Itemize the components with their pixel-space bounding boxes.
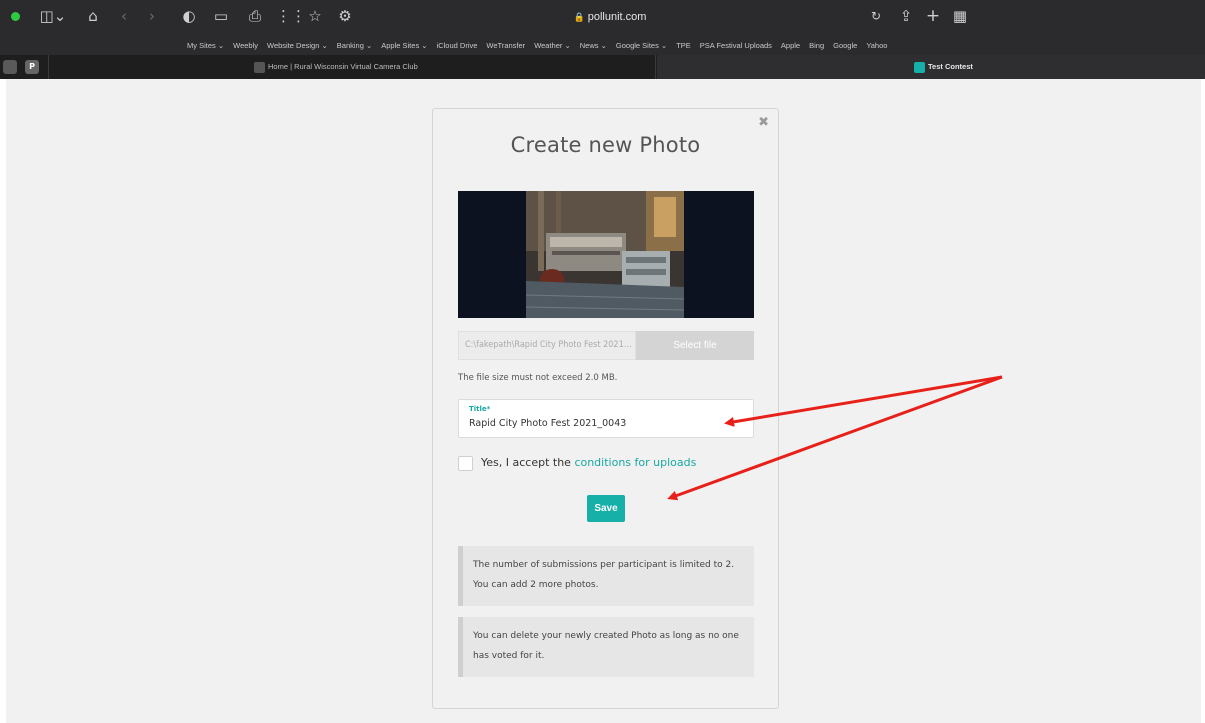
bookmark-item[interactable]: WeTransfer bbox=[486, 41, 525, 50]
file-size-note: The file size must not exceed 2.0 MB. bbox=[458, 373, 618, 383]
file-path-field[interactable]: C:\fakepath\Rapid City Photo Fest 2021_0… bbox=[458, 331, 636, 360]
bookmarks-bar: My Sites ⌄ Weebly Website Design ⌄ Banking … bbox=[0, 35, 1205, 55]
tab-label: Test Contest bbox=[928, 62, 973, 71]
pinned-tab-p[interactable]: P bbox=[25, 60, 39, 74]
title-field-value[interactable]: Rapid City Photo Fest 2021_0043 bbox=[469, 418, 626, 429]
sidebar-icon[interactable]: ◫⌄ bbox=[38, 5, 68, 27]
tab-camera-club[interactable]: Home | Rural Wisconsin Virtual Camera Cl… bbox=[48, 55, 656, 79]
select-file-button[interactable]: Select file bbox=[636, 331, 754, 360]
reload-icon[interactable]: ↻ bbox=[868, 5, 884, 27]
tab-test-contest[interactable]: Test Contest bbox=[657, 55, 1205, 79]
browser-toolbar: ◫⌄ ⌂ ‹ › ◐ ▭ ⎙ ⋮⋮ ☆ ⚙ 🔒 pollunit.com ↻ ⇪ … bbox=[0, 0, 1205, 35]
new-tab-icon[interactable]: + bbox=[924, 5, 942, 27]
create-photo-dialog: ✖ Create new Photo C:\fakepath\Rapid Cit… bbox=[432, 108, 779, 709]
bookmark-item[interactable]: Bing bbox=[809, 41, 824, 50]
photo-preview bbox=[458, 191, 754, 318]
bookmark-item[interactable]: Weather ⌄ bbox=[534, 41, 571, 50]
bookmark-item[interactable]: iCloud Drive bbox=[437, 41, 478, 50]
conditions-link[interactable]: conditions for uploads bbox=[574, 456, 696, 469]
share-icon[interactable]: ⇪ bbox=[897, 5, 915, 27]
reader-icon[interactable]: ▭ bbox=[212, 5, 230, 27]
bookmark-item[interactable]: Apple Sites ⌄ bbox=[381, 41, 427, 50]
bookmark-item[interactable]: Website Design ⌄ bbox=[267, 41, 328, 50]
back-icon[interactable]: ‹ bbox=[117, 5, 131, 27]
file-upload-row: C:\fakepath\Rapid City Photo Fest 2021_0… bbox=[458, 331, 754, 360]
shield-icon[interactable]: ◐ bbox=[181, 5, 197, 27]
accept-checkbox[interactable] bbox=[458, 456, 473, 471]
lock-icon: 🔒 bbox=[573, 12, 585, 22]
bookmark-item[interactable]: Google Sites ⌄ bbox=[616, 41, 667, 50]
bookmark-item[interactable]: TPE bbox=[676, 41, 691, 50]
home-icon[interactable]: ⌂ bbox=[84, 5, 102, 27]
photo-thumbnail bbox=[526, 191, 684, 318]
bookmark-list: My Sites ⌄ Weebly Website Design ⌄ Banking … bbox=[187, 35, 887, 55]
pinned-tab[interactable] bbox=[3, 60, 17, 74]
window-zoom-button[interactable] bbox=[11, 12, 20, 21]
tab-label: Home | Rural Wisconsin Virtual Camera Cl… bbox=[268, 62, 418, 71]
bookmark-item[interactable]: PSA Festival Uploads bbox=[700, 41, 772, 50]
delete-photo-note: You can delete your newly created Photo … bbox=[458, 617, 754, 677]
bookmark-item[interactable]: Google bbox=[833, 41, 857, 50]
bookmark-item[interactable]: Banking ⌄ bbox=[337, 41, 372, 50]
dialog-title: Create new Photo bbox=[510, 133, 701, 157]
save-button[interactable]: Save bbox=[587, 495, 625, 522]
title-field[interactable]: Title* Rapid City Photo Fest 2021_0043 bbox=[458, 399, 754, 438]
accept-label: Yes, I accept the conditions for uploads bbox=[481, 456, 696, 469]
bookmark-item[interactable]: Yahoo bbox=[866, 41, 887, 50]
site-favicon-icon bbox=[254, 61, 265, 73]
bookmark-item[interactable]: My Sites ⌄ bbox=[187, 41, 224, 50]
bookmark-item[interactable]: News ⌄ bbox=[580, 41, 607, 50]
url-text: pollunit.com bbox=[587, 11, 647, 23]
title-field-label: Title* bbox=[469, 405, 491, 413]
forward-icon[interactable]: › bbox=[145, 5, 159, 27]
grid-icon[interactable]: ⋮⋮ bbox=[276, 5, 306, 27]
submission-limit-note: The number of submissions per participan… bbox=[458, 546, 754, 606]
close-icon[interactable]: ✖ bbox=[758, 115, 769, 130]
address-bar[interactable]: 🔒 pollunit.com bbox=[370, 6, 850, 28]
accept-text: Yes, I accept the bbox=[481, 456, 575, 469]
pollunit-favicon-icon bbox=[914, 61, 925, 73]
tab-overview-icon[interactable]: ▦ bbox=[951, 5, 969, 27]
page-content: ✖ Create new Photo C:\fakepath\Rapid Cit… bbox=[6, 79, 1201, 723]
bookmark-item[interactable]: Weebly bbox=[233, 41, 258, 50]
tab-bar: P Home | Rural Wisconsin Virtual Camera … bbox=[0, 55, 1205, 79]
bookmark-item[interactable]: Apple bbox=[781, 41, 800, 50]
print-icon[interactable]: ⎙ bbox=[246, 5, 264, 27]
